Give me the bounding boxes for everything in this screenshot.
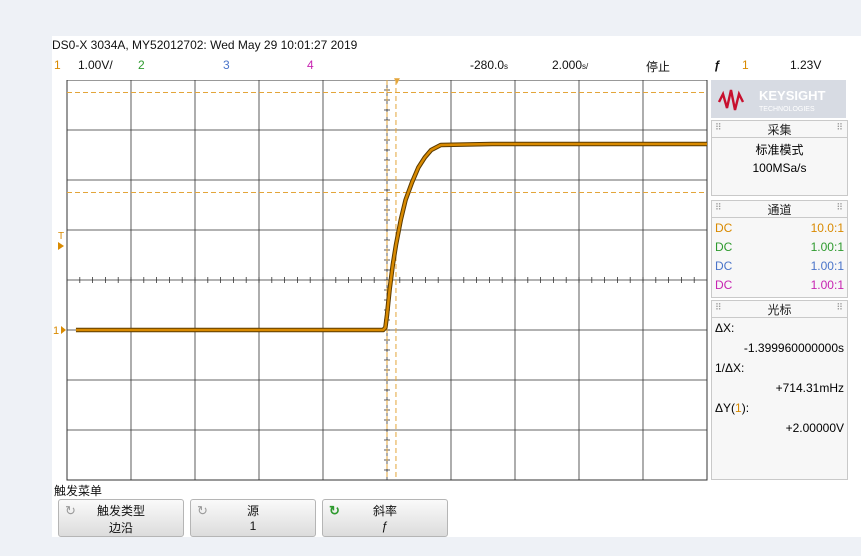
channel-section[interactable]: ⠿ 通道 ⠿ DC 10.0:1 DC 1.00:1 DC 1.00:1 DC 1.00:1	[711, 200, 848, 298]
delta-y-label: ΔY(1):	[715, 401, 749, 415]
trigger-menu-title: 触发菜单	[54, 484, 103, 498]
source-softkey[interactable]: ↻ 源 1	[190, 499, 316, 537]
brand-name: KEYSIGHT	[759, 88, 826, 103]
acquire-section[interactable]: ⠿ 采集 ⠿ 标准模式 100MSa/s	[711, 120, 848, 196]
trigger-channel[interactable]: 1	[742, 58, 749, 72]
right-info-panel: KEYSIGHT TECHNOLOGIES ⠿ 采集 ⠿ 标准模式 100MSa…	[711, 80, 861, 480]
time-scale[interactable]: 2.000s/	[552, 58, 588, 72]
acquire-mode: 标准模式	[755, 143, 804, 157]
trigger-type-label: 触发类型	[96, 504, 145, 518]
time-offset-value: -280.0	[470, 58, 505, 72]
channel-probe-ratio: 1.00:1	[810, 240, 844, 254]
delta-y-channel: 1	[735, 401, 742, 415]
channel-coupling: DC	[715, 278, 733, 292]
cursor-heading-label: 光标	[767, 303, 792, 317]
trigger-level-arrow-icon	[58, 242, 64, 250]
time-scale-unit: s/	[582, 62, 589, 71]
channel-4-number[interactable]: 4	[307, 58, 314, 72]
slope-label: 斜率	[372, 504, 397, 518]
trigger-type-softkey[interactable]: ↻ 触发类型 边沿	[58, 499, 184, 537]
delta-y-prefix: ΔY(	[715, 401, 736, 415]
time-offset[interactable]: -280.0s	[470, 58, 508, 72]
cursor-section[interactable]: ⠿ 光标 ⠿ ΔX: -1.399960000000s 1/ΔX: +714.3…	[711, 300, 848, 480]
inverse-delta-x-label: 1/ΔX:	[715, 361, 745, 375]
delta-x-value: -1.399960000000s	[743, 341, 844, 355]
grip-left-icon: ⠿	[715, 302, 723, 312]
ground-arrow-icon	[61, 326, 66, 334]
source-label: 源	[246, 504, 259, 518]
grip-left-icon: ⠿	[715, 202, 723, 212]
channel-1-scale[interactable]: 1.00V/	[78, 58, 113, 72]
channel-coupling: DC	[715, 259, 733, 273]
cursor-heading: ⠿ 光标 ⠿	[712, 301, 847, 318]
channel-probe-ratio: 1.00:1	[810, 259, 844, 273]
axis-markers: 1T	[53, 231, 66, 337]
trigger-level-label: T	[58, 231, 64, 242]
channel-probe-ratio: 10.0:1	[810, 221, 844, 235]
source-value: 1	[249, 519, 257, 533]
slope-value: ƒ	[381, 519, 389, 533]
channel-heading: ⠿ 通道 ⠿	[712, 201, 847, 218]
grip-left-icon: ⠿	[715, 122, 723, 132]
screen-title: DS0-X 3034A, MY52012702: Wed May 29 10:0…	[52, 38, 358, 52]
grip-right-icon: ⠿	[836, 202, 844, 212]
channel-coupling: DC	[715, 221, 733, 235]
oscilloscope-screen: DS0-X 3034A, MY52012702: Wed May 29 10:0…	[52, 36, 861, 537]
channel-1-number[interactable]: 1	[54, 58, 61, 72]
channel-probe-ratio: 1.00:1	[810, 278, 844, 292]
status-bar: 1 1.00V/ 2 3 4 -280.0s 2.000s/ 停止 ƒ 1 1.…	[52, 58, 821, 76]
delta-y-suffix: ):	[741, 401, 750, 415]
delta-x-label: ΔX:	[715, 321, 735, 335]
trigger-level[interactable]: 1.23V	[790, 58, 821, 72]
rising-edge-icon: ƒ	[714, 58, 721, 72]
channel-3-number[interactable]: 3	[223, 58, 230, 72]
slope-softkey[interactable]: ↻ 斜率 ƒ	[322, 499, 448, 537]
keysight-logo: KEYSIGHT TECHNOLOGIES	[711, 80, 846, 118]
time-offset-unit: s	[504, 62, 509, 71]
waveform-display[interactable]: 1T	[52, 80, 712, 524]
sample-rate: 100MSa/s	[752, 161, 807, 175]
run-state[interactable]: 停止	[646, 58, 670, 75]
brand-sub: TECHNOLOGIES	[759, 106, 815, 113]
delta-y-value: +2.00000V	[785, 421, 844, 435]
grip-right-icon: ⠿	[836, 302, 844, 312]
channel-heading-label: 通道	[767, 203, 792, 217]
trigger-type-value: 边沿	[108, 521, 133, 535]
channel-coupling: DC	[715, 240, 733, 254]
acquire-heading: ⠿ 采集 ⠿	[712, 121, 847, 138]
grip-right-icon: ⠿	[836, 122, 844, 132]
inverse-delta-x-value: +714.31mHz	[775, 381, 844, 395]
time-scale-value: 2.000	[552, 58, 583, 72]
acquire-heading-label: 采集	[767, 123, 792, 137]
channel-1-ground-marker: 1	[53, 325, 59, 337]
channel-2-number[interactable]: 2	[138, 58, 145, 72]
trigger-position-marker: ▼	[392, 76, 402, 87]
